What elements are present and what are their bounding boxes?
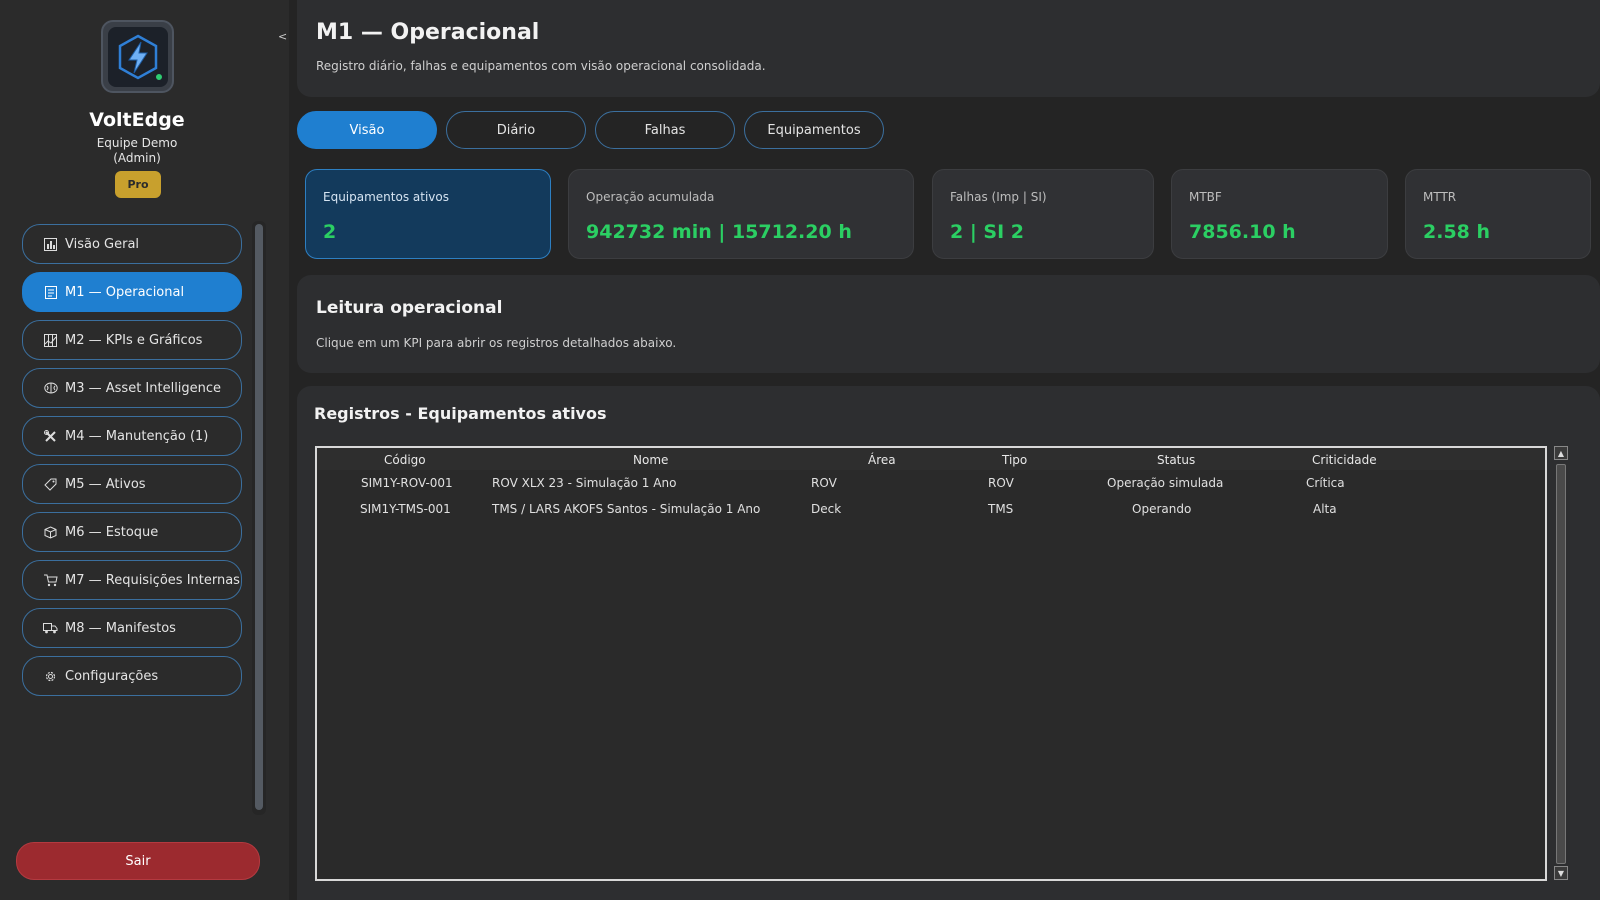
tab-visao[interactable]: Visão [297,111,437,149]
sidebar-item-m4-manutencao[interactable]: M4 — Manutenção (1) [22,416,242,456]
cell-area: Deck [811,502,842,516]
table-row[interactable]: SIM1Y-TMS-001 TMS / LARS AKOFS Santos - … [317,496,1545,522]
kpi-label: MTTR [1423,190,1457,204]
kpi-operacao-acumulada[interactable]: Operação acumulada 942732 min | 15712.20… [568,169,914,259]
app-logo [101,20,174,93]
chart-grid-icon [43,333,58,348]
scroll-down-arrow-icon[interactable]: ▼ [1554,866,1568,880]
sidebar-item-m7-requisicoes[interactable]: M7 — Requisições Internas [22,560,242,600]
online-status-dot [153,71,164,82]
cell-codigo: SIM1Y-TMS-001 [360,502,451,516]
logout-button[interactable]: Sair [16,842,260,880]
truck-icon [43,621,58,636]
lightning-icon [118,34,157,79]
cell-tipo: TMS [988,502,1014,516]
records-panel: Registros - Equipamentos ativos Código N… [297,386,1600,900]
scroll-up-arrow-icon[interactable]: ▲ [1554,446,1568,460]
column-header-nome[interactable]: Nome [633,453,668,467]
kpi-falhas[interactable]: Falhas (Imp | SI) 2 | SI 2 [932,169,1154,259]
bar-chart-icon [43,237,58,252]
user-role: (Admin) [113,151,161,165]
page-subtitle: Registro diário, falhas e equipamentos c… [316,59,766,73]
sidebar-item-m1-operacional[interactable]: M1 — Operacional [22,272,242,312]
table-row[interactable]: SIM1Y-ROV-001 ROV XLX 23 - Simulação 1 A… [317,470,1545,496]
column-header-codigo[interactable]: Código [384,453,426,467]
sidebar-scrollbar[interactable] [252,221,266,815]
kpi-mttr[interactable]: MTTR 2.58 h [1405,169,1591,259]
column-header-tipo[interactable]: Tipo [1002,453,1027,467]
box-icon [43,525,58,540]
sidebar-item-label: M6 — Estoque [65,524,159,540]
sidebar-item-label: M8 — Manifestos [65,620,176,636]
tools-icon [43,429,58,444]
tab-equipamentos[interactable]: Equipamentos [744,111,884,149]
kpi-label: Falhas (Imp | SI) [950,190,1047,204]
kpi-mtbf[interactable]: MTBF 7856.10 h [1171,169,1388,259]
sidebar-item-label: M4 — Manutenção (1) [65,428,209,444]
table-header: Código Nome Área Tipo Status Criticidade [317,448,1545,470]
tab-diario[interactable]: Diário [446,111,586,149]
cell-area: ROV [811,476,837,490]
sidebar: < VoltEdge Equipe Demo (Admin) Pro Visão… [0,0,289,900]
team-name: Equipe Demo [96,136,178,150]
gear-icon [43,669,58,684]
column-header-criticidade[interactable]: Criticidade [1312,453,1377,467]
tab-bar: Visão Diário Falhas Equipamentos [297,111,893,149]
sidebar-item-label: Configurações [65,668,159,684]
table-scrollbar-track[interactable] [1556,464,1566,864]
cart-icon [43,573,58,588]
page-header: M1 — Operacional Registro diário, falhas… [297,0,1600,97]
kpi-label: MTBF [1189,190,1222,204]
page-title: M1 — Operacional [316,20,540,45]
column-header-area[interactable]: Área [868,453,896,467]
brand-name: VoltEdge [89,109,185,131]
kpi-label: Operação acumulada [586,190,715,204]
sidebar-item-label: M3 — Asset Intelligence [65,380,222,396]
sidebar-item-label: M1 — Operacional [65,284,185,300]
cell-nome: ROV XLX 23 - Simulação 1 Ano [492,476,677,490]
cell-status: Operação simulada [1107,476,1224,490]
brain-icon [43,381,58,396]
sidebar-item-m6-estoque[interactable]: M6 — Estoque [22,512,242,552]
kpi-equipamentos-ativos[interactable]: Equipamentos ativos 2 [305,169,551,259]
cell-criticidade: Alta [1313,502,1337,516]
reading-subtitle: Clique em um KPI para abrir os registros… [316,336,677,350]
kpi-value: 2 [323,221,337,243]
tag-icon [43,477,58,492]
kpi-value: 2.58 h [1423,221,1491,243]
cell-criticidade: Crítica [1306,476,1345,490]
sidebar-item-m8-manifestos[interactable]: M8 — Manifestos [22,608,242,648]
cell-status: Operando [1132,502,1192,516]
sidebar-nav: Visão Geral M1 — Operacional M2 — KPIs e… [22,224,242,704]
cell-codigo: SIM1Y-ROV-001 [361,476,453,490]
kpi-value: 942732 min | 15712.20 h [586,221,852,243]
cell-nome: TMS / LARS AKOFS Santos - Simulação 1 An… [492,502,761,516]
team-info: Equipe Demo (Admin) [0,136,274,166]
clipboard-icon [43,285,58,300]
sidebar-item-m3-asset-intelligence[interactable]: M3 — Asset Intelligence [22,368,242,408]
sidebar-item-m2-kpis[interactable]: M2 — KPIs e Gráficos [22,320,242,360]
sidebar-item-configuracoes[interactable]: Configurações [22,656,242,696]
collapse-sidebar-button[interactable]: < [278,30,287,43]
kpi-value: 7856.10 h [1189,221,1296,243]
table-scrollbar-thumb[interactable] [1556,464,1566,864]
reading-panel: Leitura operacional Clique em um KPI par… [297,275,1600,373]
column-header-status[interactable]: Status [1157,453,1195,467]
sidebar-item-label: M7 — Requisições Internas [65,572,240,588]
kpi-value: 2 | SI 2 [950,221,1024,243]
sidebar-item-visao-geral[interactable]: Visão Geral [22,224,242,264]
records-table[interactable]: Código Nome Área Tipo Status Criticidade… [315,446,1547,881]
records-title: Registros - Equipamentos ativos [314,404,607,423]
sidebar-item-label: M5 — Ativos [65,476,146,492]
sidebar-item-label: Visão Geral [65,236,140,252]
plan-badge: Pro [115,171,161,198]
sidebar-item-m5-ativos[interactable]: M5 — Ativos [22,464,242,504]
sidebar-item-label: M2 — KPIs e Gráficos [65,332,203,348]
table-scrollbar[interactable]: ▲ ▼ [1553,446,1569,882]
tab-falhas[interactable]: Falhas [595,111,735,149]
reading-title: Leitura operacional [316,298,503,318]
kpi-label: Equipamentos ativos [323,190,449,204]
cell-tipo: ROV [988,476,1014,490]
sidebar-scrollbar-thumb[interactable] [255,224,263,810]
